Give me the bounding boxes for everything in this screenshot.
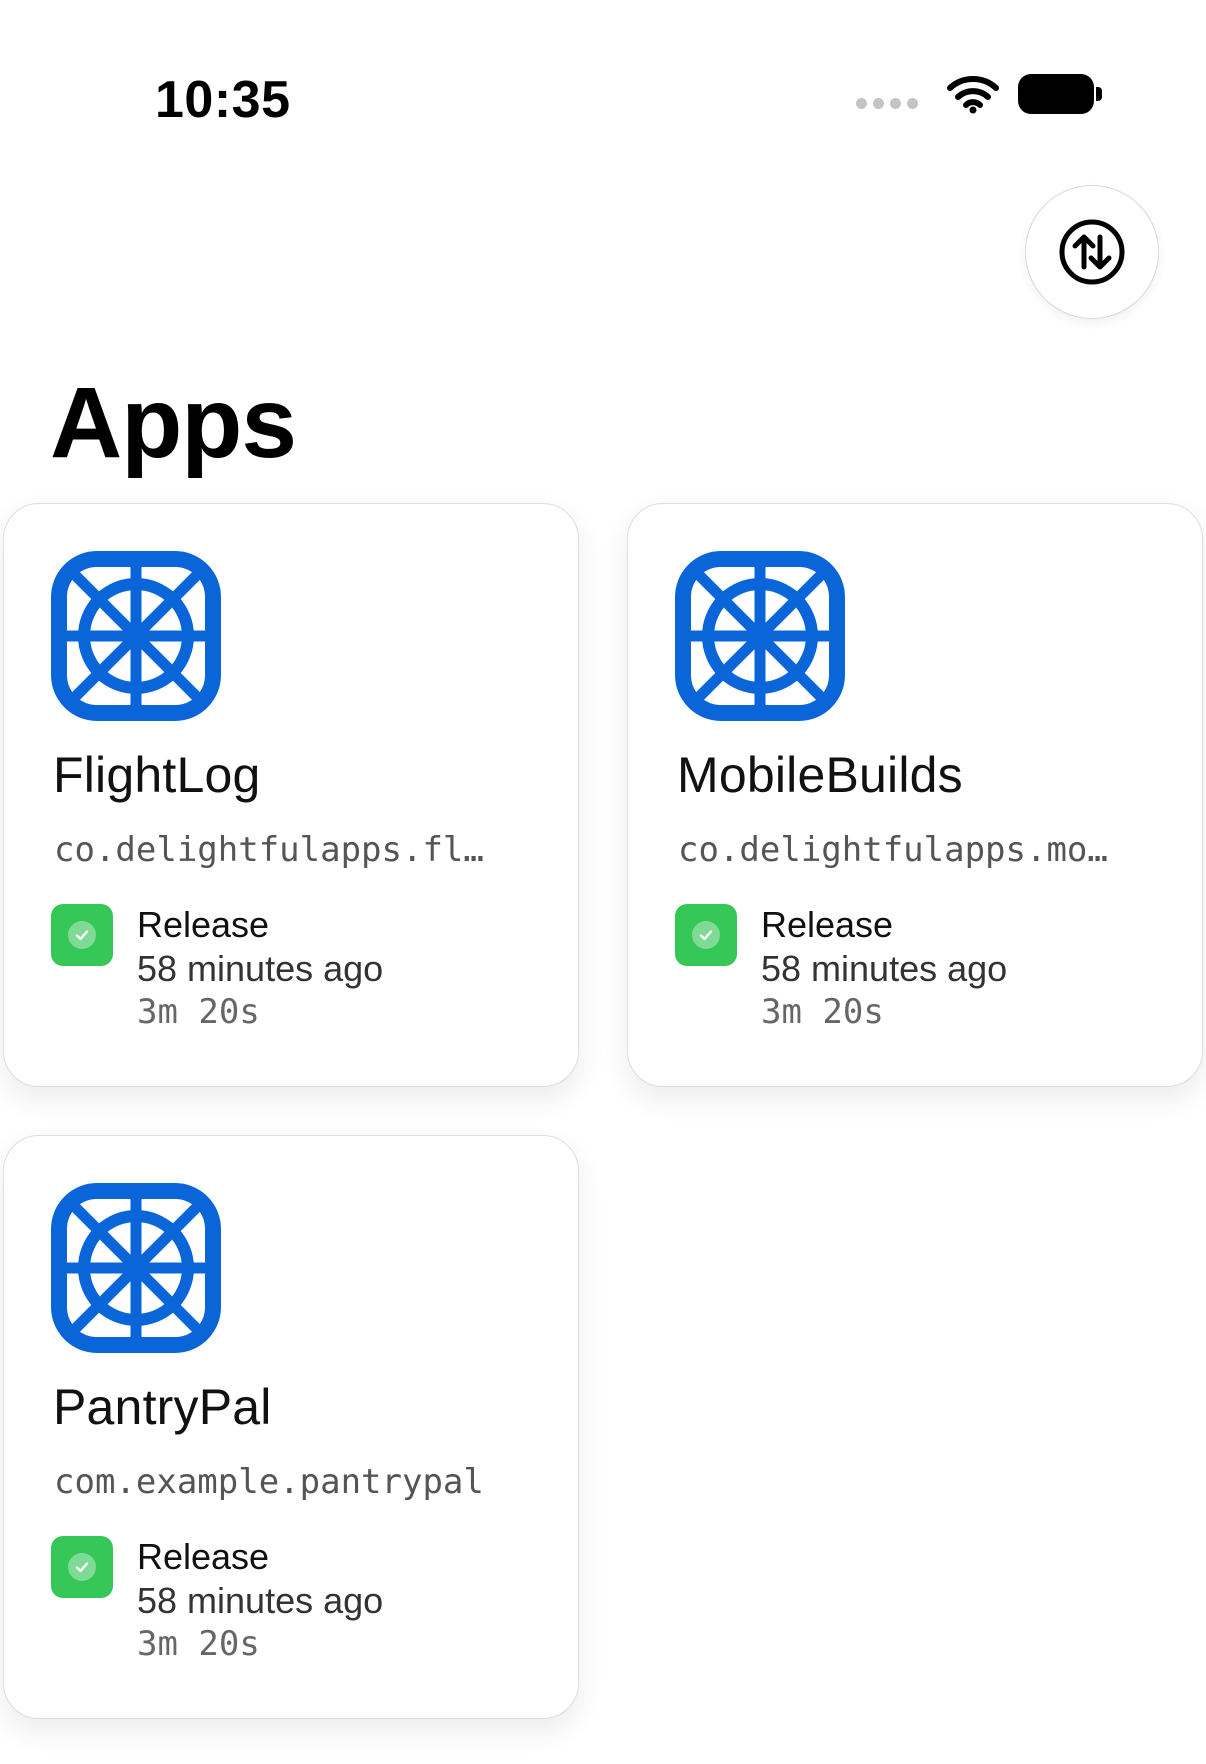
app-name: MobileBuilds [677, 747, 963, 803]
ship-wheel-icon [675, 551, 845, 721]
build-type: Release [137, 1536, 270, 1577]
page-title: Apps [50, 367, 297, 479]
app-card-flightlog[interactable]: FlightLog co.delightfulapps.fl… Release … [3, 503, 579, 1087]
build-time: 58 minutes ago [761, 948, 1008, 989]
build-time: 58 minutes ago [137, 1580, 384, 1621]
ship-wheel-icon [51, 1183, 221, 1353]
app-name: PantryPal [53, 1379, 272, 1435]
bundle-id: com.example.pantrypal [54, 1462, 484, 1502]
arrow-up-down-circle-icon [1059, 219, 1125, 285]
build-duration: 3m 20s [137, 1624, 260, 1664]
bundle-id: co.delightfulapps.fl… [54, 830, 484, 870]
build-status-badge [51, 904, 113, 966]
build-duration: 3m 20s [761, 992, 884, 1032]
app-card-mobilebuilds[interactable]: MobileBuilds co.delightfulapps.mo… Relea… [627, 503, 1203, 1087]
status-time: 10:35 [155, 71, 291, 129]
build-type: Release [137, 904, 270, 945]
build-duration: 3m 20s [137, 992, 260, 1032]
status-icons [856, 74, 1102, 114]
checkmark-icon [699, 930, 713, 941]
sort-button[interactable] [1025, 185, 1159, 319]
ship-wheel-icon [51, 551, 221, 721]
app-name: FlightLog [53, 747, 261, 803]
bundle-id: co.delightfulapps.mo… [678, 830, 1108, 870]
build-status-badge [675, 904, 737, 966]
build-type: Release [761, 904, 894, 945]
cellular-signal-icon [856, 97, 918, 109]
battery-icon [1018, 74, 1102, 114]
checkmark-icon [75, 930, 89, 941]
app-card-pantrypal[interactable]: PantryPal com.example.pantrypal Release … [3, 1135, 579, 1719]
build-status-badge [51, 1536, 113, 1598]
build-time: 58 minutes ago [137, 948, 384, 989]
apps-screen: 10:35 Apps FlightLog co.delightfulapps.f… [0, 0, 1206, 1764]
wifi-icon [947, 76, 999, 114]
checkmark-icon [75, 1562, 89, 1573]
